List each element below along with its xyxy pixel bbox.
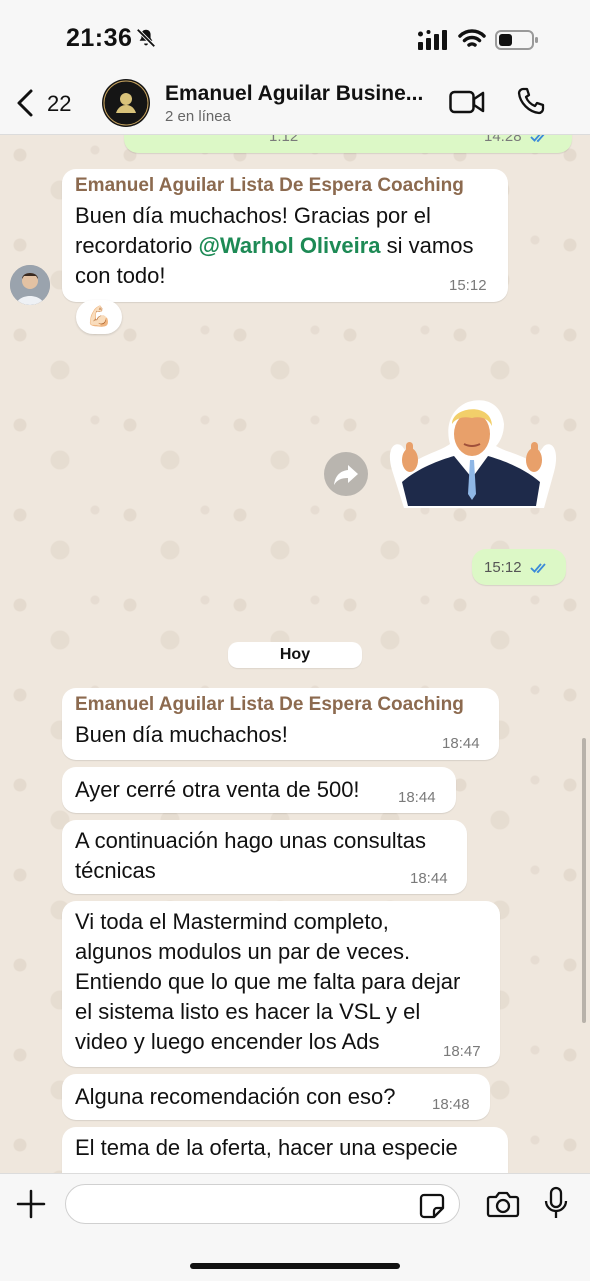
user-mention[interactable]: @Warhol Oliveira (199, 233, 381, 258)
message-incoming[interactable]: Emanuel Aguilar Lista De Espera Coaching… (62, 169, 508, 302)
status-bar: 21:36 (0, 0, 590, 78)
group-logo-icon (103, 80, 149, 126)
message-text-line: recordatorio @Warhol Oliveira si vamos (75, 233, 474, 258)
read-ticks-icon (530, 563, 546, 574)
message-sender[interactable]: Emanuel Aguilar Lista De Espera Coaching (75, 694, 464, 716)
forward-button[interactable] (324, 452, 368, 496)
battery-icon (495, 30, 538, 50)
message-time: 18:44 (442, 735, 480, 752)
chat-header: 22 Emanuel Aguilar Busine... 2 en línea (0, 78, 590, 135)
message-text-line: Entiendo que lo que me falta para dejar (75, 969, 461, 994)
message-incoming-partial[interactable]: El tema de la oferta, hacer una especie (62, 1127, 508, 1173)
message-input[interactable] (65, 1184, 460, 1224)
message-text-line: con todo! (75, 263, 166, 288)
chat-title[interactable]: Emanuel Aguilar Busine... (165, 82, 423, 106)
message-time: 15:12 (449, 277, 487, 294)
chat-subtitle: 2 en línea (165, 108, 231, 125)
unread-count[interactable]: 22 (47, 91, 71, 117)
message-partial-left-time: 1:12 (269, 135, 299, 145)
composer-bar (0, 1173, 590, 1281)
reaction-badge[interactable]: 💪🏻 (76, 300, 122, 334)
status-time: 21:36 (66, 24, 133, 52)
plus-icon[interactable] (16, 1189, 46, 1219)
message-text-line: algunos modulos un par de veces. (75, 939, 411, 964)
video-call-icon[interactable] (449, 90, 485, 114)
message-time: 18:44 (410, 870, 448, 887)
phone-call-icon[interactable] (516, 86, 546, 116)
message-text-line: Buen día muchachos! Gracias por el (75, 203, 431, 228)
message-incoming[interactable]: Alguna recomendación con eso? 18:48 (62, 1074, 490, 1120)
day-separator: Hoy (228, 642, 362, 668)
message-text-line: video y luego encender los Ads (75, 1029, 380, 1054)
message-time: 18:47 (443, 1043, 481, 1060)
message-text: Alguna recomendación con eso? (75, 1084, 396, 1109)
home-indicator[interactable] (190, 1263, 400, 1269)
message-text-line: Vi toda el Mastermind completo, (75, 909, 389, 934)
message-time: 15:12 (484, 559, 552, 576)
sender-avatar[interactable] (10, 265, 50, 305)
message-text-line: El tema de la oferta, hacer una especie (75, 1135, 458, 1160)
message-time: 18:44 (398, 789, 436, 806)
message-incoming[interactable]: Emanuel Aguilar Lista De Espera Coaching… (62, 688, 499, 760)
camera-icon[interactable] (486, 1190, 520, 1218)
back-chevron-icon[interactable] (14, 88, 36, 118)
message-incoming[interactable]: A continuación hago unas consultas técni… (62, 820, 467, 894)
message-text: Buen día muchachos! (75, 722, 288, 747)
message-time: 14:28 (484, 135, 550, 145)
microphone-icon[interactable] (544, 1186, 568, 1220)
wifi-icon (458, 29, 486, 47)
scrollbar[interactable] (582, 738, 586, 1023)
message-text-line: técnicas (75, 858, 156, 883)
message-text: Ayer cerré otra venta de 500! (75, 777, 360, 802)
message-text-line: A continuación hago unas consultas (75, 828, 427, 853)
bell-muted-icon (136, 28, 156, 48)
person-photo-icon (10, 265, 50, 305)
sticker-icon[interactable] (418, 1192, 446, 1220)
message-incoming[interactable]: Ayer cerré otra venta de 500! 18:44 (62, 767, 456, 813)
message-incoming[interactable]: Vi toda el Mastermind completo, algunos … (62, 901, 500, 1067)
message-text-line: el sistema listo es hacer la VSL y el (75, 999, 421, 1024)
message-time: 18:48 (432, 1096, 470, 1113)
read-ticks-icon (530, 135, 545, 143)
message-list[interactable]: 1:12 14:28 Emanuel Aguilar Lista De Espe… (0, 135, 590, 1173)
message-outgoing-partial[interactable]: 1:12 14:28 (124, 135, 572, 153)
group-avatar[interactable] (102, 79, 150, 127)
cellular-signal-icon (418, 30, 447, 50)
message-outgoing-sticker-time[interactable]: 15:12 (472, 549, 566, 585)
sticker-image[interactable] (384, 390, 560, 514)
forward-arrow-icon (334, 465, 358, 485)
message-sender[interactable]: Emanuel Aguilar Lista De Espera Coaching (75, 175, 464, 197)
